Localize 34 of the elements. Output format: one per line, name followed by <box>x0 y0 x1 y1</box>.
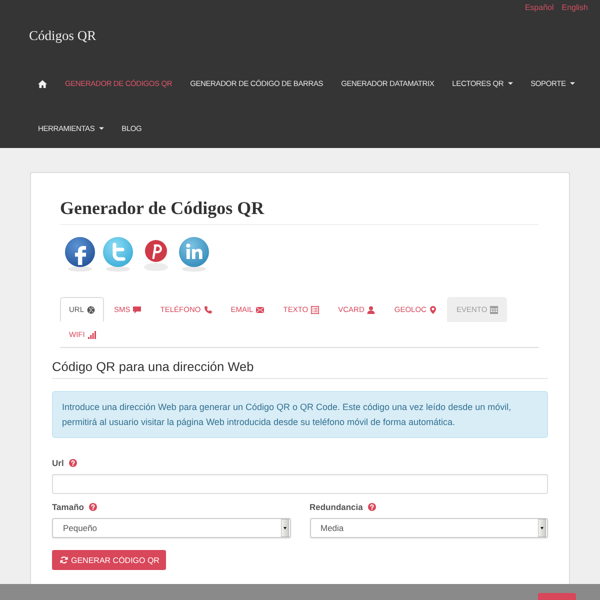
generate-button[interactable]: GENERAR CÓDIGO QR <box>52 550 166 570</box>
select-field[interactable]: Media <box>310 518 548 538</box>
select-field[interactable]: Pequeño <box>52 518 290 538</box>
language-link[interactable]: English <box>562 3 588 13</box>
user-icon <box>367 306 376 314</box>
map-pin-icon <box>429 306 438 314</box>
dropdown-arrow-icon <box>538 519 546 537</box>
refresh-icon <box>60 556 68 564</box>
url-input[interactable] <box>52 474 548 494</box>
signal-bars-icon <box>88 330 96 338</box>
envelope-icon <box>256 306 264 314</box>
facebook-icon[interactable] <box>63 236 97 272</box>
phone-icon <box>204 306 212 314</box>
dropdown-arrow-icon <box>280 519 288 537</box>
page-title: Generador de Códigos QR <box>60 198 264 218</box>
help-icon[interactable] <box>68 459 77 467</box>
globe-icon <box>87 306 96 314</box>
field-label: Url <box>52 458 64 468</box>
caret-icon <box>570 82 575 85</box>
site-brand[interactable]: Códigos QR <box>29 26 96 46</box>
language-link[interactable]: Español <box>524 3 554 13</box>
help-icon[interactable] <box>88 503 97 511</box>
caret-icon <box>98 127 104 130</box>
speech-bubble-icon <box>133 306 142 314</box>
field-label: Redundancia <box>310 502 363 512</box>
table-icon <box>490 306 498 314</box>
help-icon[interactable] <box>368 503 376 511</box>
field-label: Tamaño <box>52 502 84 512</box>
caret-icon <box>508 82 513 85</box>
home-icon[interactable] <box>38 80 47 88</box>
section-title: Código QR para una dirección Web <box>52 359 254 375</box>
linkedin-icon[interactable] <box>177 236 211 272</box>
list-icon <box>311 306 320 314</box>
info-alert: Introduce una dirección Web para generar un Código QR o QR Code. Este código una vez leído desde un móvil, permitirá al usuario visitar la página Web introducida desde su teléfono móvil de forma automática. <box>52 391 548 438</box>
